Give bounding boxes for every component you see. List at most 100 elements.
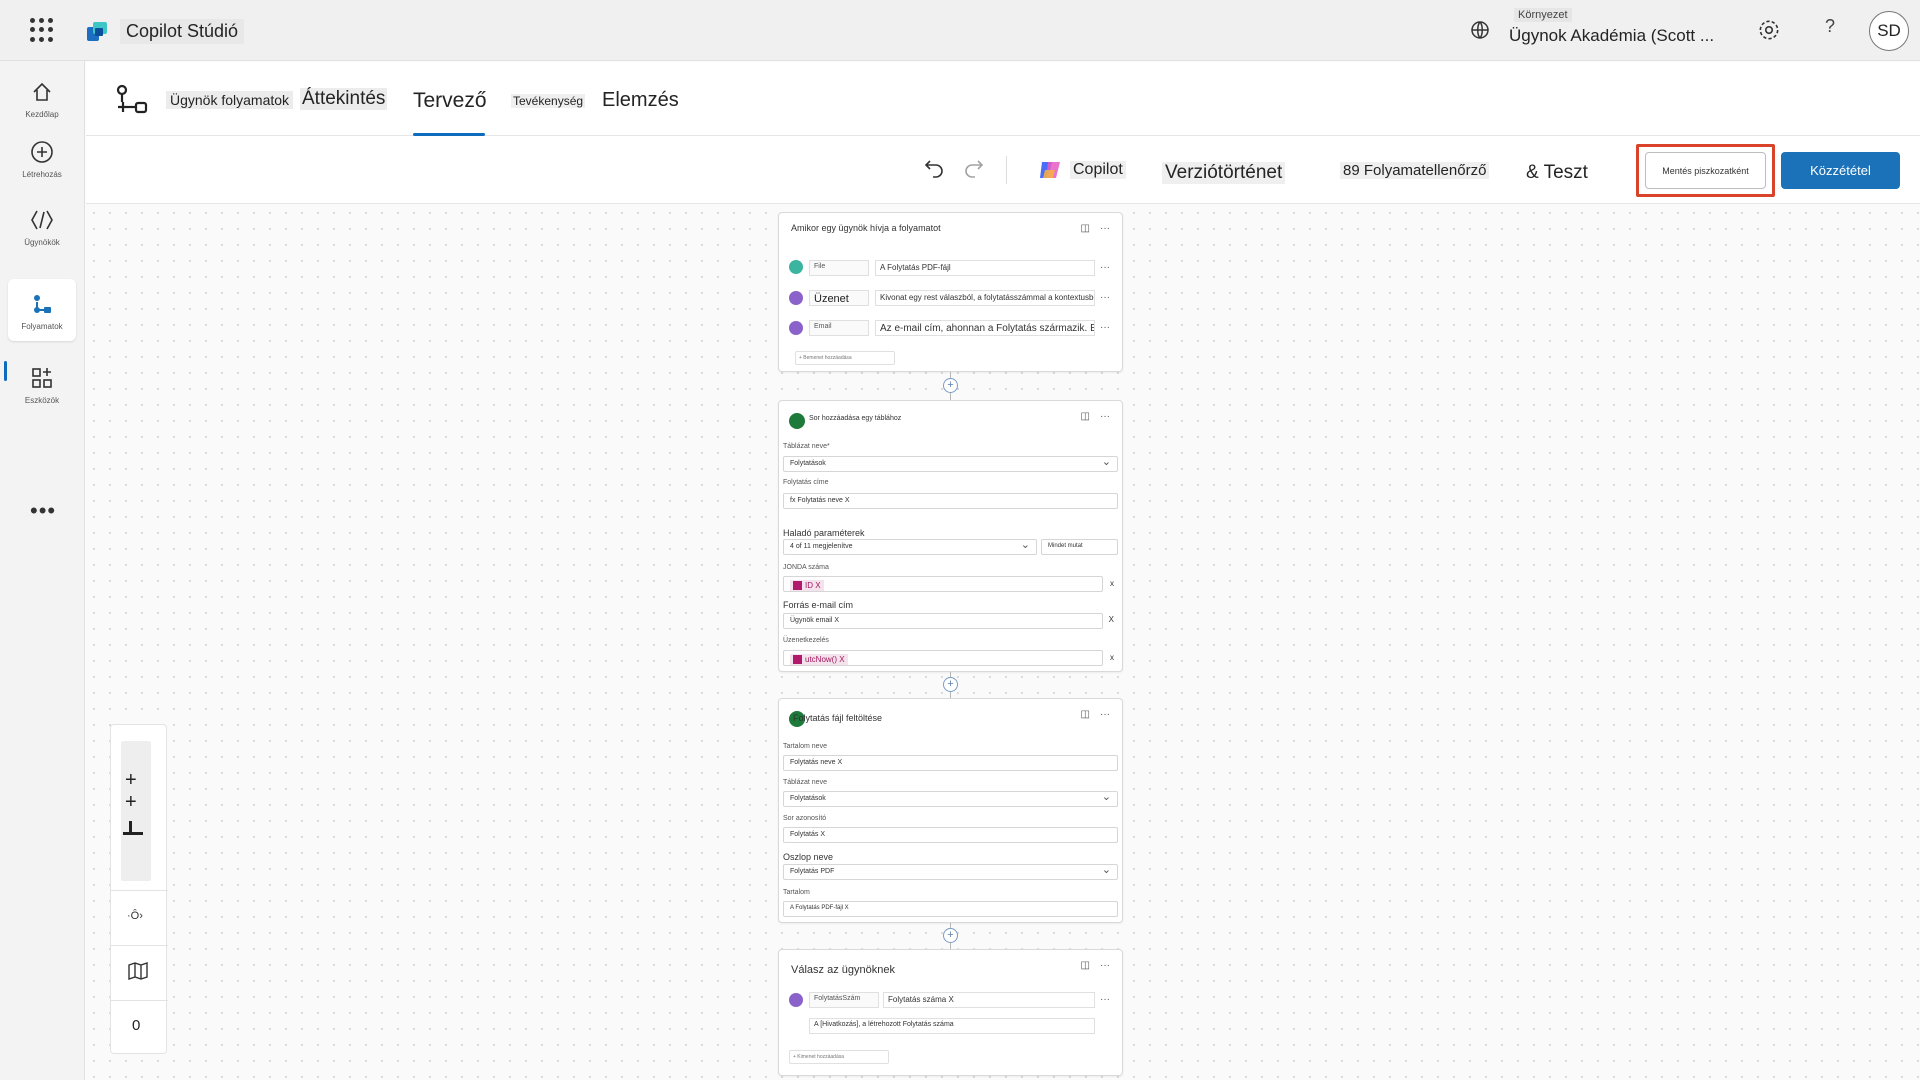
rail-item-create[interactable]: Létrehozás xyxy=(8,127,76,189)
tab-activity[interactable]: Tevékenység xyxy=(511,94,586,108)
agents-icon xyxy=(31,210,53,229)
center-view-icon[interactable]: ·Ô› xyxy=(127,910,143,922)
field-label: Forrás e-mail cím xyxy=(783,600,854,610)
field-label: JONDA száma xyxy=(783,564,829,571)
upload-file-node[interactable]: Folytatás fájl feltöltése ◫ ··· Tartalom … xyxy=(778,698,1123,923)
node-actions: ◫ ··· xyxy=(1081,223,1110,234)
advanced-parameters-label: Haladó paraméterek xyxy=(783,528,865,538)
add-step-icon[interactable]: + xyxy=(943,378,958,393)
user-avatar[interactable]: SD xyxy=(1869,11,1909,51)
column-name-dropdown[interactable]: Folytatás PDF xyxy=(783,863,1118,880)
publish-button[interactable]: Közzététel xyxy=(1781,152,1900,189)
more-icon[interactable]: ··· xyxy=(1100,709,1110,720)
clear-icon[interactable]: X xyxy=(1109,615,1114,624)
copilot-studio-logo xyxy=(87,22,107,41)
show-all-button[interactable]: Mindet mutat xyxy=(1041,539,1118,555)
more-icon[interactable]: ··· xyxy=(1100,322,1110,333)
clear-icon[interactable]: x xyxy=(1110,579,1114,588)
undo-icon[interactable] xyxy=(922,156,946,180)
collapse-icon[interactable]: ◫ xyxy=(1081,960,1090,971)
input-key[interactable]: Email xyxy=(809,320,869,336)
rail-item-tools[interactable]: Eszközök xyxy=(8,353,76,415)
copilot-button[interactable]: Copilot xyxy=(1070,161,1126,179)
text-input-icon xyxy=(789,321,803,335)
received-date-field[interactable]: utcNow() X xyxy=(783,650,1103,666)
add-step-icon[interactable]: + xyxy=(943,677,958,692)
respond-to-agent-node[interactable]: Válasz az ügynöknek ◫ ··· FolytatásSzám F… xyxy=(778,949,1123,1076)
collapse-icon[interactable]: ◫ xyxy=(1081,223,1090,234)
input-description[interactable]: Az e-mail cím, ahonnan a Folytatás szárm… xyxy=(875,320,1095,336)
app-title[interactable]: Copilot Stúdió xyxy=(120,19,245,44)
row-id-field[interactable]: Folytatás X xyxy=(783,827,1118,843)
more-icon[interactable]: ··· xyxy=(1100,262,1110,273)
flow-icon xyxy=(116,84,148,114)
more-options-icon[interactable]: ••• xyxy=(30,498,56,524)
content-field[interactable]: A Folytatás PDF-fájl X xyxy=(783,901,1118,917)
table-name-dropdown[interactable]: Folytatások xyxy=(783,455,1118,472)
zoom-out-icon[interactable]: + xyxy=(125,791,137,814)
environment-selector[interactable]: Ügynok Akadémia (Scott ... xyxy=(1509,26,1714,46)
dataverse-icon xyxy=(789,413,805,429)
output-value[interactable]: Folytatás száma X xyxy=(883,992,1095,1008)
clear-icon[interactable]: x xyxy=(1110,653,1114,662)
add-output-button[interactable]: + Kimenet hozzáadása xyxy=(789,1050,889,1064)
rail-item-flows[interactable]: Folyamatok xyxy=(8,279,76,341)
more-icon[interactable]: ··· xyxy=(1100,994,1110,1005)
trigger-node[interactable]: Amikor egy ügynök hívja a folyamatot ◫ ··… xyxy=(778,212,1123,372)
table-name-dropdown[interactable]: Folytatások xyxy=(783,790,1118,807)
source-email-field[interactable]: Ügynök email X xyxy=(783,613,1103,629)
node-title: Amikor egy ügynök hívja a folyamatot xyxy=(791,223,941,233)
more-icon[interactable]: ··· xyxy=(1100,292,1110,303)
node-actions: ◫ ··· xyxy=(1081,709,1110,720)
collapse-icon[interactable]: ◫ xyxy=(1081,709,1090,720)
name-field[interactable]: fx Folytatás neve X xyxy=(783,493,1118,509)
minimap-icon[interactable] xyxy=(127,961,149,981)
zoom-divider xyxy=(111,1000,168,1001)
add-row-node[interactable]: Sor hozzáadása egy táblához ◫ ··· Tábláza… xyxy=(778,400,1123,672)
environment-globe-icon[interactable] xyxy=(1468,18,1492,42)
save-draft-button[interactable]: Mentés piszkozatként xyxy=(1645,152,1766,189)
test-button[interactable]: & Teszt xyxy=(1526,162,1588,184)
id-token[interactable]: ID X xyxy=(790,580,824,592)
output-description[interactable]: A [Hivatkozás], a létrehozott Folytatás … xyxy=(809,1018,1095,1034)
code-field[interactable]: ID X xyxy=(783,576,1103,592)
input-key[interactable]: File xyxy=(809,260,869,276)
tab-overview[interactable]: Áttekintés xyxy=(300,88,388,110)
version-history-button[interactable]: Verziótörténet xyxy=(1162,162,1286,184)
node-actions: ◫ ··· xyxy=(1081,960,1110,971)
output-key[interactable]: FolytatásSzám xyxy=(809,992,879,1008)
input-description[interactable]: A Folytatás PDF-fájl xyxy=(875,260,1095,276)
add-input-button[interactable]: + Bemenet hozzáadása xyxy=(795,351,895,365)
more-icon[interactable]: ··· xyxy=(1100,960,1110,971)
utcnow-token[interactable]: utcNow() X xyxy=(790,654,848,666)
collapse-icon[interactable]: ◫ xyxy=(1081,411,1090,422)
input-description[interactable]: Kivonat egy rest válaszból, a folytatáss… xyxy=(875,290,1095,306)
fit-view-icon[interactable] xyxy=(123,821,143,835)
flow-checker-button[interactable]: 89 Folyamatellenőrző xyxy=(1340,162,1490,179)
settings-gear-icon[interactable] xyxy=(1756,17,1782,43)
text-output-icon xyxy=(789,993,803,1007)
tab-designer[interactable]: Tervező xyxy=(413,89,487,113)
help-icon[interactable]: ? xyxy=(1818,16,1842,42)
app-launcher-icon[interactable] xyxy=(30,18,54,42)
zoom-divider xyxy=(111,890,168,891)
plus-circle-icon xyxy=(31,140,53,163)
rail-item-label: Ügynökök xyxy=(24,237,60,247)
rail-item-label: Folyamatok xyxy=(21,321,63,331)
field-label: Tartalom neve xyxy=(783,743,827,750)
redo-icon[interactable] xyxy=(962,156,986,180)
add-step-icon[interactable]: + xyxy=(943,928,958,943)
rail-item-home[interactable]: Kezdőlap xyxy=(8,67,76,129)
more-icon[interactable]: ··· xyxy=(1100,411,1110,422)
input-key[interactable]: Üzenet xyxy=(809,290,869,306)
zoom-in-icon[interactable]: + xyxy=(125,769,137,792)
top-bar: Copilot Stúdió Környezet Ügynok Akadémia… xyxy=(0,0,1920,61)
node-title: Folytatás fájl feltöltése xyxy=(793,713,883,723)
rail-item-agents[interactable]: Ügynökök xyxy=(8,195,76,257)
advanced-parameters-dropdown[interactable]: 4 of 11 megjelenítve xyxy=(783,538,1037,555)
more-icon[interactable]: ··· xyxy=(1100,223,1110,234)
field-label: Folytatás címe xyxy=(783,479,829,486)
node-actions: ◫ ··· xyxy=(1081,411,1110,422)
tab-analytics[interactable]: Elemzés xyxy=(602,89,679,112)
content-name-field[interactable]: Folytatás neve X xyxy=(783,755,1118,771)
